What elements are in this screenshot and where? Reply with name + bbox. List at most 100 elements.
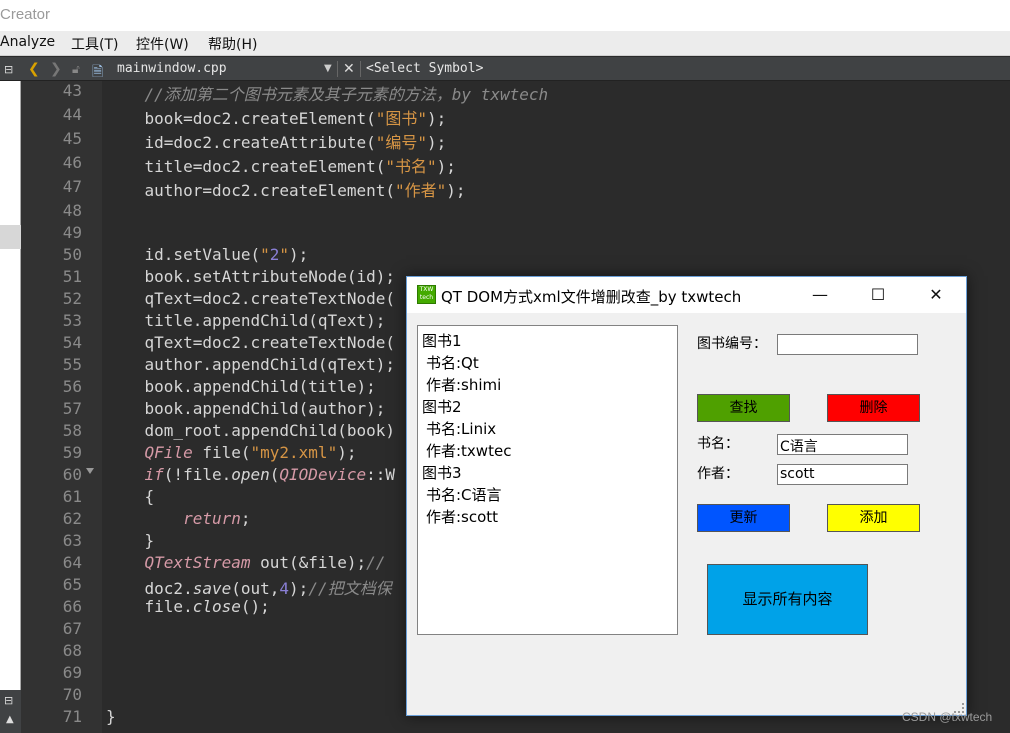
close-button[interactable]: ✕ xyxy=(907,277,965,313)
code-text: } xyxy=(106,707,116,726)
list-item[interactable]: 书名:Linix xyxy=(426,418,496,439)
editor-toolbar: ⊟ ❮ ❯ 🔓︎ 🗎︎ mainwindow.cpp ▼ ✕ <Select S… xyxy=(0,57,1010,81)
code-line: 49 xyxy=(0,223,1010,245)
code-text: QTextStream out(&file);// xyxy=(144,553,386,572)
line-number: 43 xyxy=(62,81,82,100)
code-line: 46 title=doc2.createElement("书名"); xyxy=(0,153,1010,176)
collapse-icon[interactable]: ⊟ xyxy=(4,63,13,76)
ide-title: Creator xyxy=(0,6,51,23)
menu-tools[interactable]: 工具(T) xyxy=(71,34,118,54)
code-line: 50 id.setValue("2"); xyxy=(0,245,1010,267)
line-number: 59 xyxy=(62,443,82,462)
watermark: CSDN @txwtech xyxy=(902,710,993,724)
symbol-selector[interactable]: <Select Symbol> xyxy=(366,61,483,76)
add-button[interactable]: 添加 xyxy=(827,504,920,532)
book-name-label: 书名： xyxy=(697,436,739,452)
line-number: 61 xyxy=(62,487,82,506)
line-number: 45 xyxy=(62,129,82,148)
code-line: 45 id=doc2.createAttribute("编号"); xyxy=(0,129,1010,152)
code-line: 48 xyxy=(0,201,1010,223)
list-item[interactable]: 作者:shimi xyxy=(426,374,501,395)
code-text: qText=doc2.createTextNode( xyxy=(106,289,395,308)
line-number: 48 xyxy=(62,201,82,220)
line-number: 58 xyxy=(62,421,82,440)
back-arrow-icon[interactable]: ❮ xyxy=(28,61,40,77)
code-text: qText=doc2.createTextNode( xyxy=(106,333,395,352)
list-item[interactable]: 书名:Qt xyxy=(426,352,479,373)
forward-arrow-icon[interactable]: ❯ xyxy=(50,61,62,77)
show-all-button[interactable]: 显示所有内容 xyxy=(707,564,868,635)
line-number: 63 xyxy=(62,531,82,550)
close-file-icon[interactable]: ✕ xyxy=(343,61,355,77)
line-number: 50 xyxy=(62,245,82,264)
book-list[interactable]: 图书1 书名:Qt 作者:shimi 图书2 书名:Linix 作者:txwte… xyxy=(417,325,678,635)
code-text: title.appendChild(qText); xyxy=(106,311,386,330)
line-number: 44 xyxy=(62,105,82,124)
author-label: 作者： xyxy=(697,466,739,482)
delete-button[interactable]: 删除 xyxy=(827,394,920,422)
code-text: id=doc2.createAttribute("编号"); xyxy=(106,133,447,152)
code-line: 47 author=doc2.createElement("作者"); xyxy=(0,177,1010,200)
file-name[interactable]: mainwindow.cpp xyxy=(117,61,227,76)
ide-titlebar: Creator xyxy=(0,0,1010,31)
code-text: return; xyxy=(183,509,251,528)
list-item[interactable]: 图书2 xyxy=(422,396,462,417)
code-line: 44 book=doc2.createElement("图书"); xyxy=(0,105,1010,128)
code-text: doc2.save(out,4);//把文档保 xyxy=(106,579,392,598)
line-number: 60 xyxy=(62,465,82,484)
code-text: if(!file.open(QIODevice::W xyxy=(144,465,396,484)
code-text: author=doc2.createElement("作者"); xyxy=(106,181,466,200)
line-number: 56 xyxy=(62,377,82,396)
menu-bar: Analyze 工具(T) 控件(W) 帮助(H) xyxy=(0,31,1010,56)
menu-analyze[interactable]: Analyze xyxy=(0,34,55,50)
code-text: { xyxy=(106,487,155,506)
list-item[interactable]: 图书3 xyxy=(422,462,462,483)
menu-help[interactable]: 帮助(H) xyxy=(208,34,257,54)
code-text: book=doc2.createElement("图书"); xyxy=(106,109,447,128)
list-item[interactable]: 书名:C语言 xyxy=(426,484,502,505)
book-name-input[interactable]: C语言 xyxy=(777,434,908,455)
lock-icon: 🔓︎ xyxy=(72,62,80,76)
line-number: 54 xyxy=(62,333,82,352)
code-text: dom_root.appendChild(book) xyxy=(106,421,395,440)
code-text: book.appendChild(author); xyxy=(106,399,386,418)
code-text: file.close(); xyxy=(106,597,270,616)
line-number: 57 xyxy=(62,399,82,418)
code-text: book.appendChild(title); xyxy=(106,377,376,396)
line-number: 65 xyxy=(62,575,82,594)
line-number: 66 xyxy=(62,597,82,616)
maximize-button[interactable]: ☐ xyxy=(849,277,907,313)
app-window: TXW tech QT DOM方式xml文件增删改查_by txwtech — … xyxy=(406,276,967,716)
line-number: 53 xyxy=(62,311,82,330)
line-number: 47 xyxy=(62,177,82,196)
code-text: title=doc2.createElement("书名"); xyxy=(106,157,456,176)
app-titlebar[interactable]: TXW tech QT DOM方式xml文件增删改查_by txwtech — … xyxy=(407,277,966,313)
code-text: id.setValue("2"); xyxy=(106,245,309,264)
author-input[interactable]: scott xyxy=(777,464,908,485)
line-number: 51 xyxy=(62,267,82,286)
list-item[interactable]: 图书1 xyxy=(422,330,462,351)
line-number: 49 xyxy=(62,223,82,242)
line-number: 46 xyxy=(62,153,82,172)
line-number: 69 xyxy=(62,663,82,682)
line-number: 71 xyxy=(62,707,82,726)
minimize-button[interactable]: — xyxy=(791,277,849,313)
list-item[interactable]: 作者:scott xyxy=(426,506,498,527)
line-number: 67 xyxy=(62,619,82,638)
code-text: //添加第二个图书元素及其子元素的方法，by txwtech xyxy=(106,85,549,104)
line-number: 68 xyxy=(62,641,82,660)
app-logo-icon: TXW tech xyxy=(417,285,436,304)
book-id-input[interactable] xyxy=(777,334,918,355)
line-number: 52 xyxy=(62,289,82,308)
line-number: 62 xyxy=(62,509,82,528)
update-button[interactable]: 更新 xyxy=(697,504,790,532)
menu-controls[interactable]: 控件(W) xyxy=(136,34,189,54)
line-number: 55 xyxy=(62,355,82,374)
list-item[interactable]: 作者:txwtec xyxy=(426,440,511,461)
fold-marker-icon[interactable] xyxy=(86,468,94,474)
chevron-down-icon[interactable]: ▼ xyxy=(324,63,332,74)
code-text: author.appendChild(qText); xyxy=(106,355,395,374)
code-text: } xyxy=(106,531,155,550)
find-button[interactable]: 查找 xyxy=(697,394,790,422)
line-number: 64 xyxy=(62,553,82,572)
